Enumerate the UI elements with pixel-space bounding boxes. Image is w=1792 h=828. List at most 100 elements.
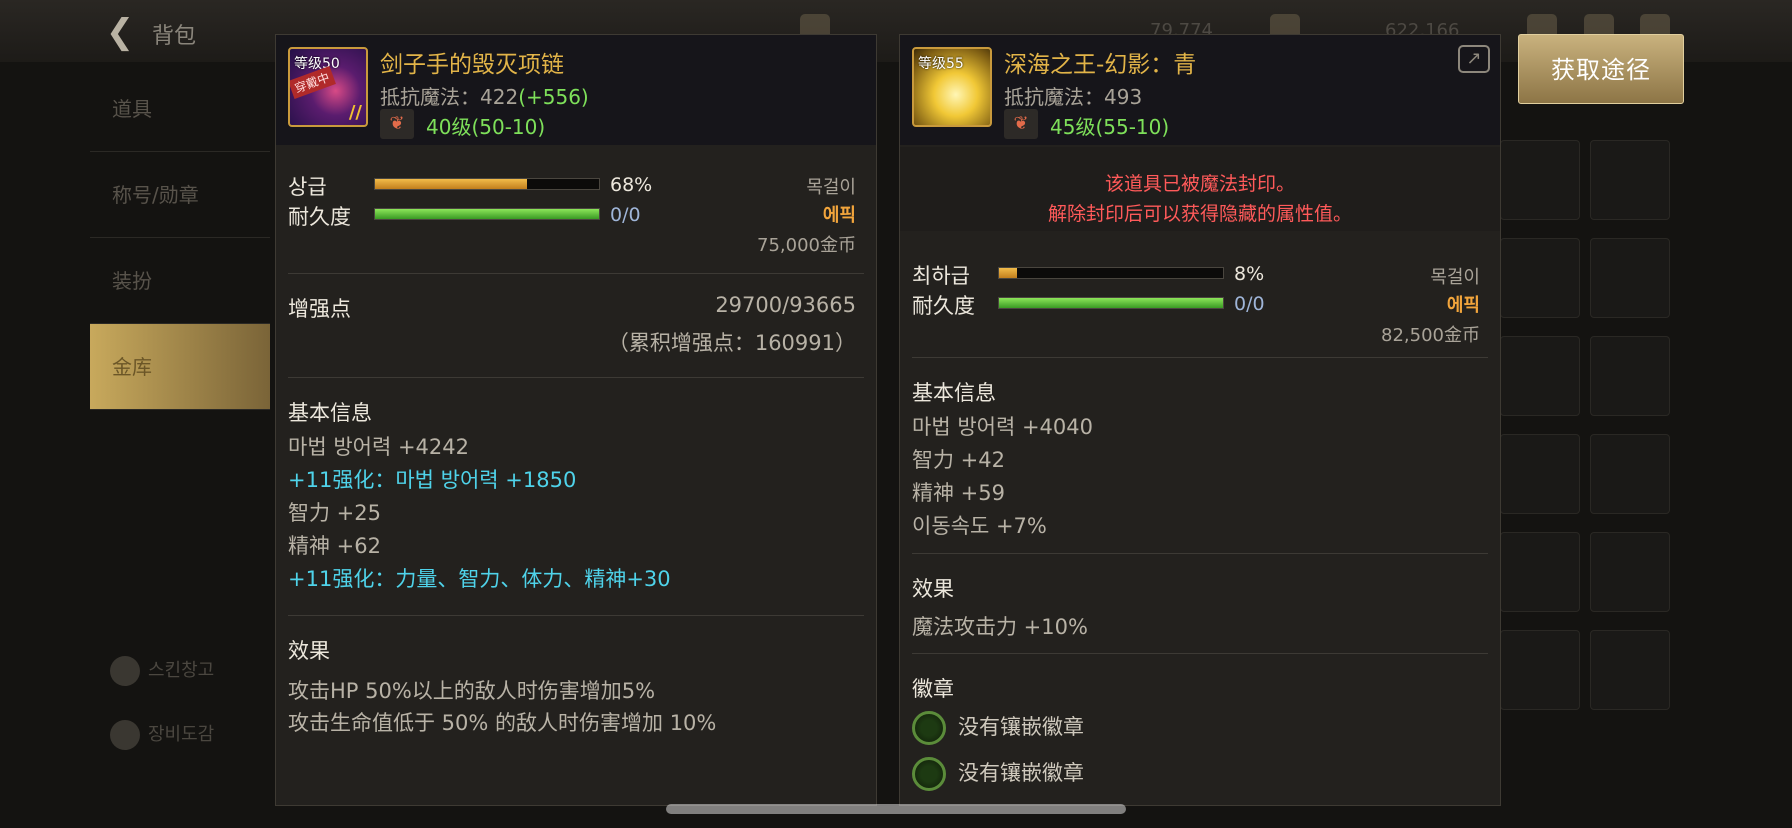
enhance-points-total: （累积增强点：160991） bbox=[607, 331, 856, 355]
wing-icon: ❦ bbox=[380, 109, 414, 139]
grid-slot[interactable] bbox=[1590, 434, 1670, 514]
durability-value: 0/0 bbox=[610, 204, 641, 226]
enhance-points-value: 29700/93665 bbox=[715, 293, 856, 317]
stat-line: 精神 +59 bbox=[912, 481, 1005, 505]
acquire-route-button[interactable]: 获取途径 bbox=[1518, 34, 1684, 104]
grid-slot[interactable] bbox=[1500, 630, 1580, 710]
effect-line: 攻击生命值低于 50% 的敌人时伤害增加 10% bbox=[288, 711, 717, 735]
grade-bar-fill bbox=[375, 179, 528, 189]
skin-storage-icon bbox=[110, 656, 140, 686]
emblem-slot[interactable]: 没有镶嵌徽章 bbox=[912, 757, 1084, 791]
codex-icon bbox=[110, 720, 140, 750]
grid-slot[interactable] bbox=[1500, 238, 1580, 318]
rarity-label: 에픽 bbox=[822, 205, 856, 226]
divider bbox=[288, 615, 864, 616]
home-indicator[interactable] bbox=[666, 804, 1126, 814]
durability-bar-fill bbox=[999, 298, 1223, 308]
stat-line: 智力 +42 bbox=[912, 448, 1005, 472]
grade-percent: 8% bbox=[1234, 263, 1265, 285]
seal-line-1: 该道具已被魔法封印。 bbox=[1104, 173, 1295, 195]
slot-type: 목걸이 bbox=[806, 177, 856, 198]
stat-line: 智力 +25 bbox=[288, 501, 381, 525]
item-price: 75,000金币 bbox=[757, 235, 856, 256]
effect-line: 攻击HP 50%以上的敌人时伤害增加5% bbox=[288, 679, 656, 703]
magic-resist-bonus: (+556) bbox=[518, 85, 589, 109]
grid-slot[interactable] bbox=[1590, 238, 1670, 318]
wing-icon: ❦ bbox=[1004, 109, 1038, 139]
grade-percent: 68% bbox=[610, 174, 653, 196]
bag-sidebar: 道具 称号/勋章 装扮 金库 bbox=[90, 66, 270, 410]
equipment-codex-button[interactable]: 장비도감 bbox=[110, 720, 214, 750]
grade-bar-fill bbox=[999, 268, 1017, 278]
magic-resist-value: 抵抗魔法：422 bbox=[380, 85, 519, 109]
share-icon[interactable]: ↗ bbox=[1458, 45, 1490, 73]
grade-bar bbox=[374, 178, 600, 190]
skin-storage-button[interactable]: 스킨창고 bbox=[110, 656, 214, 686]
enhance-mark-icon: // bbox=[348, 102, 362, 123]
effect-title: 效果 bbox=[912, 577, 954, 601]
necklace-item-icon: 等级55 bbox=[912, 47, 992, 127]
stat-line: 이동속도 +7% bbox=[912, 514, 1047, 538]
magic-resist: 抵抗魔法：493 bbox=[1004, 85, 1143, 109]
grade-label: 상급 bbox=[288, 175, 327, 199]
basic-info-title: 基本信息 bbox=[912, 381, 996, 405]
sidebar-item-titles[interactable]: 称号/勋章 bbox=[90, 152, 270, 238]
basic-info-title: 基本信息 bbox=[288, 401, 372, 425]
compare-item-tooltip: 等级55 深海之王-幻影：青 抵抗魔法：493 ❦ 45级(55-10) ↗ 该… bbox=[899, 34, 1501, 806]
grid-slot[interactable] bbox=[1590, 630, 1670, 710]
slot-type: 목걸이 bbox=[1430, 267, 1480, 288]
divider bbox=[912, 357, 1488, 358]
divider bbox=[288, 273, 864, 274]
durability-bar bbox=[998, 297, 1224, 309]
item-header: 等级50 穿戴中 // 剑子手的毁灭项链 抵抗魔法：422(+556) ❦ 40… bbox=[276, 35, 876, 145]
effect-title: 效果 bbox=[288, 639, 330, 663]
divider bbox=[912, 553, 1488, 554]
durability-label: 耐久度 bbox=[912, 294, 975, 318]
stat-line: 마법 방어력 +4040 bbox=[912, 415, 1093, 439]
grade-label: 최하급 bbox=[912, 264, 970, 288]
emblem-title: 徽章 bbox=[912, 677, 954, 701]
durability-value: 0/0 bbox=[1234, 293, 1265, 315]
item-name: 剑子手的毁灭项链 bbox=[380, 52, 564, 78]
stat-line: 마법 방어력 +4242 bbox=[288, 435, 469, 459]
effect-line: 魔法攻击力 +10% bbox=[912, 615, 1088, 639]
emblem-socket-icon bbox=[912, 711, 946, 745]
seal-line-2: 解除封印后可以获得隐藏的属性值。 bbox=[1047, 203, 1352, 225]
item-level-label: 等级55 bbox=[918, 56, 964, 72]
skin-storage-label: 스킨창고 bbox=[148, 660, 215, 681]
necklace-item-icon: 等级50 穿戴中 // bbox=[288, 47, 368, 127]
grid-slot[interactable] bbox=[1500, 434, 1580, 514]
sidebar-item-costume[interactable]: 装扮 bbox=[90, 238, 270, 324]
item-name: 深海之王-幻影：青 bbox=[1004, 52, 1197, 78]
rarity-label: 에픽 bbox=[1446, 295, 1480, 316]
item-level-range: 45级(55-10) bbox=[1050, 115, 1170, 139]
sidebar-item-vault[interactable]: 金库 bbox=[90, 324, 270, 410]
durability-label: 耐久度 bbox=[288, 205, 351, 229]
codex-label: 장비도감 bbox=[148, 724, 215, 745]
stat-line-enhance: +11强化：마법 방어력 +1850 bbox=[288, 468, 577, 492]
grid-slot[interactable] bbox=[1590, 140, 1670, 220]
durability-bar-fill bbox=[375, 209, 599, 219]
seal-notice: 该道具已被魔法封印。 解除封印后可以获得隐藏的属性值。 bbox=[900, 147, 1500, 231]
magic-resist: 抵抗魔法：422(+556) bbox=[380, 81, 589, 110]
divider bbox=[288, 377, 864, 378]
divider bbox=[912, 653, 1488, 654]
back-arrow-icon[interactable]: ❮ bbox=[100, 14, 140, 50]
grid-slot[interactable] bbox=[1500, 336, 1580, 416]
emblem-socket-icon bbox=[912, 757, 946, 791]
item-price: 82,500金币 bbox=[1381, 325, 1480, 346]
grade-bar bbox=[998, 267, 1224, 279]
equipped-item-tooltip: 等级50 穿戴中 // 剑子手的毁灭项链 抵抗魔法：422(+556) ❦ 40… bbox=[275, 34, 877, 806]
enhance-points-label: 增强点 bbox=[288, 297, 351, 321]
grid-slot[interactable] bbox=[1500, 140, 1580, 220]
grid-slot[interactable] bbox=[1590, 532, 1670, 612]
emblem-slot[interactable]: 没有镶嵌徽章 bbox=[912, 711, 1084, 745]
stat-line: 精神 +62 bbox=[288, 534, 381, 558]
grid-slot[interactable] bbox=[1500, 532, 1580, 612]
sidebar-item-items[interactable]: 道具 bbox=[90, 66, 270, 152]
grid-slot[interactable] bbox=[1590, 336, 1670, 416]
item-level-range: 40级(50-10) bbox=[426, 115, 546, 139]
bag-title: 背包 bbox=[152, 24, 197, 49]
item-header: 等级55 深海之王-幻影：青 抵抗魔法：493 ❦ 45级(55-10) ↗ bbox=[900, 35, 1500, 145]
emblem-slot-label: 没有镶嵌徽章 bbox=[958, 715, 1084, 739]
